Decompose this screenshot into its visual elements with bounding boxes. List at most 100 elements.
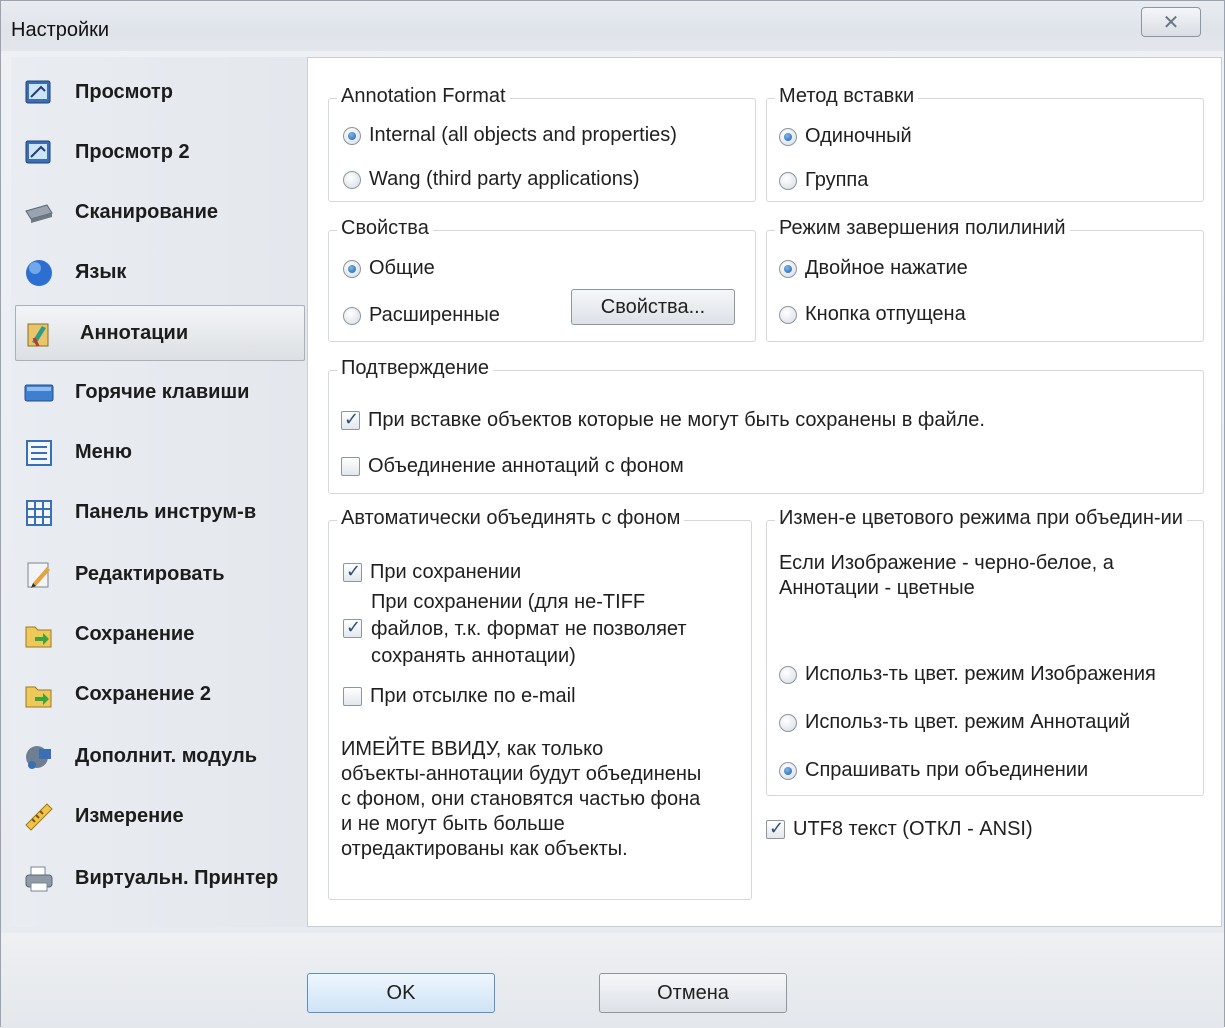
sidebar-item-view-2[interactable]: Просмотр 2 xyxy=(15,125,305,181)
radio-button[interactable] xyxy=(779,665,797,684)
option-label: Кнопка отпущена xyxy=(805,303,966,325)
description-line: Аннотации - цветные xyxy=(779,577,975,599)
radio-use-image-color[interactable]: Использ-ть цвет. режим Изображения xyxy=(779,663,1156,686)
checkbox-merge-annotations[interactable]: Объединение аннотаций с фоном xyxy=(341,455,684,478)
title-bar: Настройки ✕ xyxy=(1,1,1224,51)
checkbox[interactable] xyxy=(343,561,362,582)
note-line: с фоном, они становятся частью фона xyxy=(341,788,701,810)
radio-button[interactable] xyxy=(779,305,797,324)
note-line: отредактированы как объекты. xyxy=(341,838,628,860)
cancel-button[interactable]: Отмена xyxy=(599,973,787,1013)
sidebar-item-measure[interactable]: Измерение xyxy=(15,789,305,845)
sidebar-item-view[interactable]: Просмотр xyxy=(15,65,305,121)
annotation-format-group: Annotation Format Internal (all objects … xyxy=(328,85,756,202)
window-title: Настройки xyxy=(11,19,110,41)
sidebar-item-plugin[interactable]: Дополнит. модуль xyxy=(15,729,305,785)
sidebar-item-label: Сохранение 2 xyxy=(75,683,212,705)
checkbox[interactable] xyxy=(343,617,362,638)
sidebar-item-toolbar[interactable]: Панель инструм-в xyxy=(15,485,305,541)
radio-single[interactable]: Одиночный xyxy=(779,125,912,148)
group-title: Измен-е цветового режима при объедин-ии xyxy=(775,507,1187,530)
properties-group: Свойства Общие Расширенные Свойства... xyxy=(328,217,756,342)
radio-button[interactable] xyxy=(779,761,797,780)
checkbox-insert-objects[interactable]: При вставке объектов которые не могут бы… xyxy=(341,409,985,432)
menu-icon xyxy=(26,440,52,466)
radio-button[interactable] xyxy=(779,127,797,146)
radio-group[interactable]: Группа xyxy=(779,169,868,192)
option-label: При вставке объектов которые не могут бы… xyxy=(368,409,985,431)
sidebar-item-label: Сканирование xyxy=(75,201,219,223)
group-title: Подтверждение xyxy=(337,357,494,380)
radio-button[interactable] xyxy=(343,306,361,325)
sidebar-item-edit[interactable]: Редактировать xyxy=(15,547,305,603)
sidebar-item-label: Горячие клавиши xyxy=(75,381,250,403)
settings-window: Настройки ✕ Просмотр Просмотр 2 Сканиров… xyxy=(0,0,1225,1028)
printer-icon xyxy=(25,866,53,892)
sidebar-item-hotkeys[interactable]: Горячие клавиши xyxy=(15,365,305,421)
checkbox[interactable] xyxy=(766,818,785,839)
properties-button[interactable]: Свойства... xyxy=(571,289,735,325)
checkbox-on-email[interactable]: При отсылке по e-mail xyxy=(343,685,576,708)
option-label: Использ-ть цвет. режим Аннотаций xyxy=(805,711,1131,733)
merge-warning-note: ИМЕЙТЕ ВВИДУ, как только объекты-аннотац… xyxy=(341,737,701,862)
checkbox[interactable] xyxy=(341,409,360,430)
toolbar-icon xyxy=(26,500,52,526)
radio-button-released[interactable]: Кнопка отпущена xyxy=(779,303,966,326)
radio-general[interactable]: Общие xyxy=(343,257,435,280)
radio-double-click[interactable]: Двойное нажатие xyxy=(779,257,968,280)
checkbox-on-save[interactable]: При сохранении xyxy=(343,561,521,584)
plugin-icon xyxy=(26,746,51,769)
close-button[interactable]: ✕ xyxy=(1141,7,1201,37)
sidebar-item-annotations[interactable]: Аннотации xyxy=(15,305,305,361)
sidebar-item-save-2[interactable]: Сохранение 2 xyxy=(15,667,305,723)
insert-method-group: Метод вставки Одиночный Группа xyxy=(766,85,1204,202)
sidebar-item-label: Аннотации xyxy=(80,322,189,344)
non-tiff-line: сохранять аннотации) xyxy=(371,645,576,667)
radio-button[interactable] xyxy=(343,170,361,189)
radio-button[interactable] xyxy=(779,713,797,732)
sidebar-item-virtual-printer[interactable]: Виртуальн. Принтер xyxy=(15,851,305,907)
sidebar-item-label: Язык xyxy=(75,261,127,283)
radio-internal[interactable]: Internal (all objects and properties) xyxy=(343,124,677,147)
radio-wang[interactable]: Wang (third party applications) xyxy=(343,168,640,191)
option-label: Группа xyxy=(805,169,869,191)
note-line: ИМЕЙТЕ ВВИДУ, как только xyxy=(341,738,604,760)
auto-merge-group: Автоматически объединять с фоном При сох… xyxy=(328,507,752,900)
checkbox[interactable] xyxy=(341,457,360,476)
sidebar-item-label: Панель инструм-в xyxy=(75,501,257,523)
group-title: Annotation Format xyxy=(337,85,510,108)
sidebar-item-language[interactable]: Язык xyxy=(15,245,305,301)
checkbox-utf8[interactable]: UTF8 текст (ОТКЛ - ANSI) xyxy=(766,818,1033,841)
sidebar-item-save[interactable]: Сохранение xyxy=(15,607,305,663)
note-line: и не могут быть больше xyxy=(341,813,565,835)
color-mode-description: Если Изображение - черно-белое, а Аннота… xyxy=(779,551,1114,601)
sidebar-item-label: Меню xyxy=(75,441,132,463)
color-mode-group: Измен-е цветового режима при объедин-ии … xyxy=(766,507,1204,796)
radio-use-annotation-color[interactable]: Использ-ть цвет. режим Аннотаций xyxy=(779,711,1130,734)
close-icon: ✕ xyxy=(1162,11,1180,34)
checkbox[interactable] xyxy=(343,687,362,706)
radio-extended[interactable]: Расширенные xyxy=(343,304,500,327)
save-icon xyxy=(25,686,52,708)
option-label: При отсылке по e-mail xyxy=(370,685,576,707)
sidebar-item-label: Измерение xyxy=(75,805,184,827)
group-title: Свойства xyxy=(337,217,433,240)
radio-button[interactable] xyxy=(779,259,797,278)
ok-button[interactable]: OK xyxy=(307,973,495,1013)
radio-button[interactable] xyxy=(343,126,361,145)
radio-ask-on-merge[interactable]: Спрашивать при объединении xyxy=(779,759,1088,782)
keyboard-icon xyxy=(24,384,54,402)
option-label: Спрашивать при объединении xyxy=(805,759,1089,781)
sidebar-item-scanning[interactable]: Сканирование xyxy=(15,185,305,241)
sidebar-item-menu[interactable]: Меню xyxy=(15,425,305,481)
view-icon xyxy=(25,140,51,164)
non-tiff-label: При сохранении (для не-TIFF файлов, т.к.… xyxy=(371,589,687,670)
save-icon xyxy=(25,626,52,648)
radio-button[interactable] xyxy=(779,171,797,190)
annotation-icon xyxy=(27,323,49,347)
checkbox-on-save-non-tiff[interactable] xyxy=(343,617,370,638)
radio-button[interactable] xyxy=(343,259,361,278)
sidebar: Просмотр Просмотр 2 Сканирование Язык Ан… xyxy=(11,57,307,927)
option-label: При сохранении xyxy=(370,561,522,583)
confirmation-group: Подтверждение При вставке объектов котор… xyxy=(328,357,1204,494)
